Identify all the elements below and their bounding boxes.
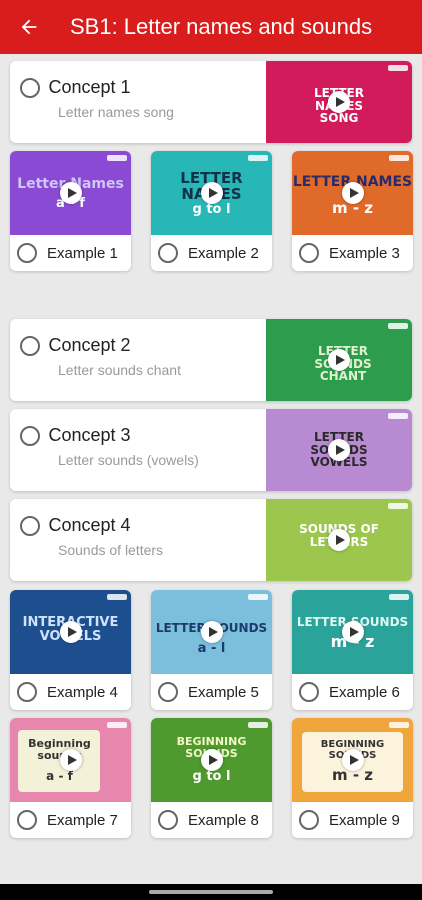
- example-card-5[interactable]: LETTER SOUNDS a - l Example 5: [151, 590, 272, 710]
- arrow-left-icon: [21, 19, 37, 35]
- example-7-radio[interactable]: [17, 810, 37, 830]
- brand-logo: [107, 722, 127, 728]
- brand-logo: [388, 65, 408, 71]
- example-label: Example 1: [47, 244, 118, 262]
- example-label: Example 2: [188, 244, 259, 262]
- example-label: Example 7: [47, 811, 118, 829]
- example-5-thumbnail[interactable]: LETTER SOUNDS a - l: [151, 590, 272, 674]
- example-card-6[interactable]: LETTER SOUNDS m - z Example 6: [292, 590, 413, 710]
- example-card-4[interactable]: INTERACTIVE VOWELS Example 4: [10, 590, 131, 710]
- brand-logo: [107, 594, 127, 600]
- concept-4-radio[interactable]: [20, 515, 40, 536]
- example-4-radio[interactable]: [17, 682, 37, 702]
- example-4-thumbnail[interactable]: INTERACTIVE VOWELS: [10, 590, 131, 674]
- thumbnail-range: g to l: [192, 769, 231, 784]
- concept-title: Concept 3: [48, 425, 131, 445]
- brand-logo: [388, 503, 408, 509]
- play-icon: [60, 749, 82, 771]
- play-icon: [328, 91, 350, 113]
- brand-logo: [107, 155, 127, 161]
- thumbnail-range: a - l: [197, 641, 226, 656]
- page-title: SB1: Letter names and sounds: [70, 14, 373, 39]
- example-2-thumbnail[interactable]: LETTER NAMES g to l: [151, 151, 272, 235]
- example-1-radio[interactable]: [17, 243, 37, 263]
- concept-1-radio[interactable]: [20, 77, 40, 98]
- concept-2-thumbnail[interactable]: LETTER SOUNDS CHANT: [266, 319, 412, 401]
- brand-logo: [248, 155, 268, 161]
- play-icon: [328, 439, 350, 461]
- play-icon: [328, 529, 350, 551]
- concept-1-thumbnail[interactable]: LETTER NAMES SONG: [266, 61, 412, 143]
- example-2-radio[interactable]: [158, 243, 178, 263]
- top-app-bar: SB1: Letter names and sounds: [0, 0, 422, 54]
- brand-logo: [389, 594, 409, 600]
- concept-title: Concept 1: [48, 77, 131, 97]
- example-label: Example 6: [329, 683, 400, 701]
- brand-logo: [388, 323, 408, 329]
- concept-3-radio[interactable]: [20, 425, 40, 446]
- example-card-8[interactable]: BEGINNING SOUNDS g to l Example 8: [151, 718, 272, 838]
- brand-logo: [389, 722, 409, 728]
- play-icon: [60, 621, 82, 643]
- brand-logo: [388, 413, 408, 419]
- concept-3-thumbnail[interactable]: LETTER SOUNDS VOWELS: [266, 409, 412, 491]
- example-label: Example 5: [188, 683, 259, 701]
- example-label: Example 9: [329, 811, 400, 829]
- example-card-7[interactable]: Beginning sounds a - f Example 7: [10, 718, 131, 838]
- example-5-radio[interactable]: [158, 682, 178, 702]
- play-icon: [342, 182, 364, 204]
- example-8-radio[interactable]: [158, 810, 178, 830]
- example-card-9[interactable]: BEGINNING SOUNDS m - z Example 9: [292, 718, 413, 838]
- play-icon: [201, 621, 223, 643]
- example-9-thumbnail[interactable]: BEGINNING SOUNDS m - z: [292, 718, 413, 802]
- example-card-2[interactable]: LETTER NAMES g to l Example 2: [151, 151, 272, 271]
- example-1-thumbnail[interactable]: Letter Names a - f: [10, 151, 131, 235]
- concept-title: Concept 4: [48, 515, 131, 535]
- play-icon: [201, 749, 223, 771]
- thumbnail-range: a - f: [46, 769, 73, 783]
- concept-card-4[interactable]: Concept 4 Sounds of letters SOUNDS OF LE…: [10, 499, 412, 581]
- example-7-thumbnail[interactable]: Beginning sounds a - f: [10, 718, 131, 802]
- example-6-radio[interactable]: [299, 682, 319, 702]
- thumbnail-range: g to l: [192, 202, 231, 217]
- concept-4-thumbnail[interactable]: SOUNDS OF LETTERS: [266, 499, 412, 581]
- example-label: Example 3: [329, 244, 400, 262]
- brand-logo: [248, 594, 268, 600]
- system-navigation-bar: [0, 884, 422, 900]
- example-label: Example 4: [47, 683, 118, 701]
- app-screen: SB1: Letter names and sounds Concept 1 L…: [0, 0, 422, 900]
- play-icon: [342, 749, 364, 771]
- example-6-thumbnail[interactable]: LETTER SOUNDS m - z: [292, 590, 413, 674]
- play-icon: [201, 182, 223, 204]
- concept-card-2[interactable]: Concept 2 Letter sounds chant LETTER SOU…: [10, 319, 412, 401]
- concept-subtitle: Letter sounds (vowels): [58, 452, 199, 468]
- concept-title: Concept 2: [48, 335, 131, 355]
- brand-logo: [248, 722, 268, 728]
- concept-card-3[interactable]: Concept 3 Letter sounds (vowels) LETTER …: [10, 409, 412, 491]
- play-icon: [60, 182, 82, 204]
- example-card-3[interactable]: LETTER NAMES m - z Example 3: [292, 151, 413, 271]
- concept-subtitle: Sounds of letters: [58, 542, 164, 558]
- example-card-1[interactable]: Letter Names a - f Example 1: [10, 151, 131, 271]
- concept-card-1[interactable]: Concept 1 Letter names song LETTER NAMES…: [10, 61, 412, 143]
- example-label: Example 8: [188, 811, 259, 829]
- play-icon: [342, 621, 364, 643]
- concept-subtitle: Letter names song: [58, 104, 174, 120]
- concept-subtitle: Letter sounds chant: [58, 362, 181, 378]
- play-icon: [328, 349, 350, 371]
- back-button[interactable]: [0, 0, 58, 54]
- example-3-thumbnail[interactable]: LETTER NAMES m - z: [292, 151, 413, 235]
- concept-2-radio[interactable]: [20, 335, 40, 356]
- brand-logo: [389, 155, 409, 161]
- example-9-radio[interactable]: [299, 810, 319, 830]
- example-3-radio[interactable]: [299, 243, 319, 263]
- home-gesture-handle[interactable]: [149, 890, 273, 894]
- example-8-thumbnail[interactable]: BEGINNING SOUNDS g to l: [151, 718, 272, 802]
